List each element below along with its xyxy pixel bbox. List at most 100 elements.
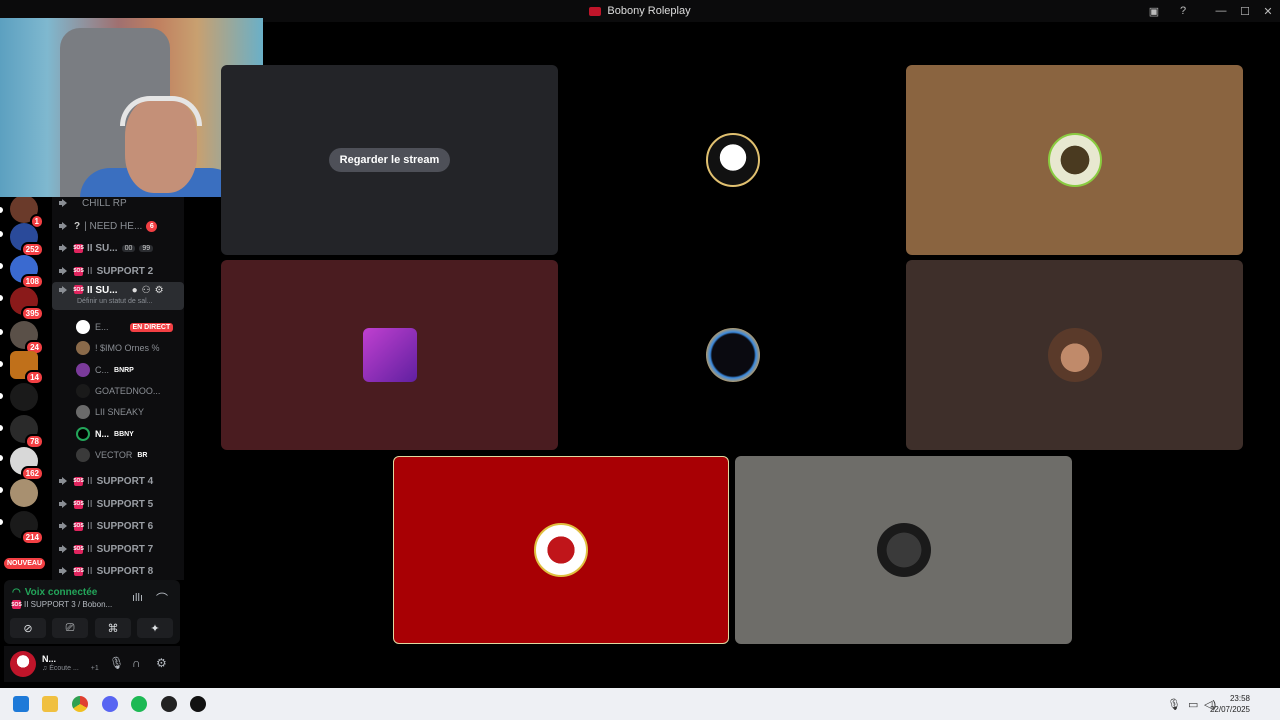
microphone-icon[interactable]: 🎙︎	[1167, 698, 1181, 711]
avatar	[1047, 328, 1102, 382]
stream-tile[interactable]: Regarder le stream	[221, 65, 558, 255]
channel-support-7[interactable]: SOS II SUPPORT 7	[52, 539, 184, 559]
channel-support-1[interactable]: SOS II SU... 00 99	[52, 238, 184, 258]
server-icon[interactable]	[10, 383, 38, 411]
member-tag: BNRP	[114, 366, 134, 374]
voice-member[interactable]: LII SNEAKY	[76, 402, 184, 422]
headphones-icon[interactable]: ∩	[132, 656, 141, 670]
app-icon[interactable]	[190, 696, 206, 712]
channel-support-6[interactable]: SOS II SUPPORT 6	[52, 516, 184, 536]
voice-member[interactable]: ! $IMO Ornes %	[76, 338, 184, 358]
channel-support-4[interactable]: SOS II SUPPORT 4	[52, 471, 184, 491]
window-title-text: Bobony Roleplay	[607, 5, 691, 17]
server-icon[interactable]: 162	[10, 447, 44, 481]
channel-support-3[interactable]: SOS II SU... ● ⚇ ⚙ Définir un statut de …	[52, 282, 184, 310]
activity-button[interactable]: ⌘	[95, 618, 131, 638]
voice-member[interactable]: N... BBNY	[76, 424, 184, 444]
voice-channel-name: II SUPPORT 3 / Bobon...	[24, 600, 113, 609]
watch-stream-button[interactable]: Regarder le stream	[328, 148, 451, 172]
minimize-button[interactable]: —	[1209, 0, 1233, 22]
server-unread-dot	[0, 393, 3, 399]
voice-status-text: Voix connectée	[24, 587, 98, 598]
speaker-icon	[58, 243, 70, 253]
maximize-button[interactable]: ☐	[1233, 0, 1257, 22]
participant-tile[interactable]	[564, 65, 901, 255]
live-badge: EN DIRECT	[129, 322, 174, 332]
clock[interactable]: 23:58 22/07/2025	[1210, 693, 1250, 715]
sos-icon: SOS	[73, 285, 84, 294]
share-screen-button[interactable]: ⎚	[52, 618, 88, 638]
soundboard-button[interactable]: ✦	[137, 618, 173, 638]
obs-icon[interactable]	[161, 696, 177, 712]
soundboard-icon: ✦	[150, 622, 160, 635]
channel-support-2[interactable]: SOS II SUPPORT 2	[52, 261, 184, 281]
camera-off-button[interactable]: ⊘	[10, 618, 46, 638]
voice-status[interactable]: ◠ Voix connectée	[12, 587, 97, 598]
participant-tile-speaking[interactable]	[393, 456, 729, 644]
channel-status-input[interactable]: Définir un statut de sal...	[77, 298, 152, 305]
server-icon[interactable]: 78	[10, 415, 44, 449]
participant-tile[interactable]	[906, 260, 1243, 450]
avatar	[76, 427, 90, 441]
chrome-icon[interactable]	[72, 696, 88, 712]
server-icon[interactable]	[10, 479, 38, 507]
user-count-pill: 00	[121, 244, 136, 252]
disconnect-icon[interactable]: ⌒	[156, 590, 168, 607]
avatar[interactable]	[10, 651, 36, 677]
channel-label: SUPPORT 6	[96, 520, 154, 532]
participant-tile[interactable]	[564, 260, 901, 450]
user-status-text: Écoute ...	[49, 665, 79, 672]
server-unread-dot	[0, 207, 3, 213]
voice-member[interactable]: C... BNRP	[76, 360, 184, 380]
server-icon[interactable]: 395	[10, 287, 44, 321]
app-logo-icon	[589, 6, 602, 16]
discord-icon[interactable]	[102, 696, 118, 712]
participant-tile[interactable]	[735, 456, 1072, 644]
server-icon[interactable]: 14	[10, 351, 44, 385]
participant-tile[interactable]	[906, 65, 1243, 255]
channel-support-8[interactable]: SOS II SUPPORT 8	[52, 561, 184, 581]
server-icon[interactable]: 252	[10, 223, 44, 257]
new-server-badge[interactable]: NOUVEAU	[4, 558, 46, 569]
windows-start-icon[interactable]	[13, 696, 29, 712]
speaker-icon	[58, 544, 70, 554]
channel-need-help[interactable]: ? | NEED HE... 6	[52, 216, 184, 236]
username: N...	[42, 654, 57, 664]
user-panel: N... ♫ Écoute ... +1 🎙︎ ∩ ⚙	[4, 646, 180, 682]
close-button[interactable]: ✕	[1256, 0, 1280, 22]
file-explorer-icon[interactable]	[42, 696, 58, 712]
voice-member[interactable]: E... EN DIRECT	[76, 317, 184, 337]
channel-support-5[interactable]: SOS II SUPPORT 5	[52, 494, 184, 514]
noise-suppression-icon[interactable]: ıllı	[132, 592, 143, 604]
voice-channel-link[interactable]: SOS II SUPPORT 3 / Bobon...	[11, 600, 113, 609]
participant-tile[interactable]	[221, 260, 558, 450]
gear-icon[interactable]: ⚙	[155, 285, 164, 296]
unread-count: 6	[146, 220, 158, 232]
channel-list: CHILL RP ? | NEED HE... 6 SOS II SU... 0…	[52, 195, 184, 580]
inbox-icon[interactable]: ▣	[1142, 0, 1166, 22]
server-icon[interactable]: 108	[10, 255, 44, 289]
server-unread-dot	[0, 519, 3, 525]
chat-icon[interactable]: ●	[132, 285, 138, 296]
signal-icon: ◠	[12, 587, 21, 598]
server-icon[interactable]: 1	[10, 195, 44, 229]
question-icon: ?	[74, 220, 81, 232]
member-name: GOATEDNOO...	[95, 386, 161, 396]
avatar	[76, 384, 90, 398]
network-icon[interactable]: ▭	[1188, 698, 1198, 711]
sos-icon: SOS	[11, 600, 22, 609]
microphone-icon[interactable]: 🎙︎	[109, 656, 124, 670]
activity-icon[interactable]: ⚇	[142, 285, 151, 296]
gear-icon[interactable]: ⚙	[156, 656, 167, 670]
camera-off-icon: ⊘	[23, 622, 33, 635]
avatar	[705, 133, 760, 187]
server-icon[interactable]: 214	[10, 511, 44, 545]
server-icon[interactable]: 24	[10, 321, 44, 355]
voice-member[interactable]: VECTOR BR	[76, 445, 184, 465]
avatar	[76, 363, 90, 377]
spotify-icon[interactable]	[131, 696, 147, 712]
channel-prefix: II	[87, 265, 93, 277]
voice-member[interactable]: GOATEDNOO...	[76, 381, 184, 401]
speaker-icon	[58, 285, 70, 295]
help-icon[interactable]: ?	[1171, 0, 1195, 22]
